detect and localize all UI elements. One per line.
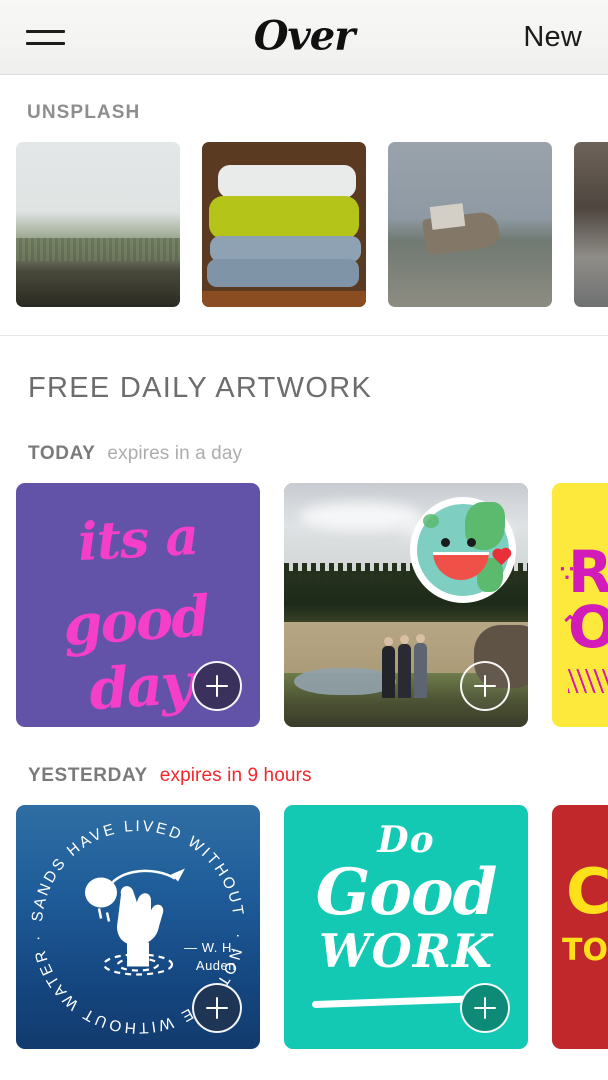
unsplash-section: UNSPLASH — [0, 75, 608, 336]
artwork-card-red[interactable]: C TO — [552, 805, 608, 1049]
artwork-title: FREE DAILY ARTWORK — [28, 372, 373, 404]
artwork-lettering: Do Good WORK — [284, 819, 528, 978]
artwork-card-do-good-work[interactable]: Do Good WORK — [284, 805, 528, 1049]
globe-sticker-icon — [410, 497, 516, 603]
add-artwork-button[interactable] — [192, 661, 242, 711]
hamburger-line-1 — [26, 29, 65, 33]
globe-landmass — [423, 514, 439, 528]
person — [397, 643, 411, 698]
people-group — [381, 642, 427, 698]
hamburger-icon[interactable] — [26, 24, 66, 50]
attribution-line-1: — W. H. — [184, 940, 236, 956]
artwork-card-yellow[interactable]: ∵ ⌃ R O — [552, 483, 608, 727]
blanket-layer — [218, 165, 357, 199]
unsplash-label: UNSPLASH — [27, 102, 141, 123]
artwork-lettering: R O — [568, 538, 608, 662]
unsplash-thumbnail[interactable] — [574, 142, 608, 307]
add-artwork-button[interactable] — [192, 983, 242, 1033]
today-header: TODAY expires in a day — [0, 443, 608, 465]
add-artwork-button[interactable] — [460, 983, 510, 1033]
globe-eye — [467, 538, 476, 547]
lettering-line-1: C — [566, 855, 608, 928]
app-root: Over New UNSPLASH FREE DAILY ARTWORK TOD… — [0, 0, 608, 1080]
quote-attribution: — W. H. Auden — [184, 939, 236, 974]
unsplash-thumbnail-row[interactable] — [0, 142, 608, 307]
today-card-row[interactable]: its a good day ∵ ⌃ R O — [0, 483, 608, 727]
hamburger-line-2 — [26, 41, 65, 45]
artwork-section: FREE DAILY ARTWORK TODAY expires in a da… — [0, 336, 608, 1049]
person — [381, 645, 395, 698]
blanket-layer — [206, 259, 360, 288]
yesterday-header: YESTERDAY expires in 9 hours — [0, 765, 608, 787]
unsplash-thumbnail[interactable] — [388, 142, 552, 307]
globe-eye — [441, 538, 450, 547]
person — [413, 642, 427, 698]
new-button[interactable]: New — [523, 21, 582, 54]
day-expiry: expires in a day — [107, 443, 243, 464]
unsplash-thumbnail[interactable] — [16, 142, 180, 307]
lettering-line-1: R — [568, 538, 608, 606]
artwork-card-photo-globe[interactable] — [284, 483, 528, 727]
day-label: TODAY — [28, 443, 96, 464]
lettering-line-2: Good — [315, 855, 498, 930]
unsplash-thumbnail[interactable] — [202, 142, 366, 307]
add-artwork-button[interactable] — [460, 661, 510, 711]
blanket-layer — [202, 290, 366, 307]
attribution-line-2: Auden — [195, 957, 236, 973]
day-label: YESTERDAY — [28, 765, 148, 786]
lettering-line-1: its a — [76, 505, 200, 574]
cabin-shape — [429, 202, 465, 230]
day-expiry: expires in 9 hours — [159, 765, 312, 786]
lettering-line-3: WORK — [319, 924, 493, 978]
app-header: Over New — [0, 0, 608, 75]
blanket-layer — [208, 196, 360, 240]
yesterday-card-row[interactable]: THOUSANDS HAVE LIVED WITHOUT LOVE · NOT … — [0, 805, 608, 1049]
lettering-line-2: TO — [562, 933, 608, 968]
artwork-card-its-a-good-day[interactable]: its a good day — [16, 483, 260, 727]
decor-rays — [568, 669, 608, 693]
artwork-card-water-quote[interactable]: THOUSANDS HAVE LIVED WITHOUT LOVE · NOT … — [16, 805, 260, 1049]
lettering-line-2: O — [568, 593, 608, 662]
app-logo: Over — [253, 12, 356, 60]
